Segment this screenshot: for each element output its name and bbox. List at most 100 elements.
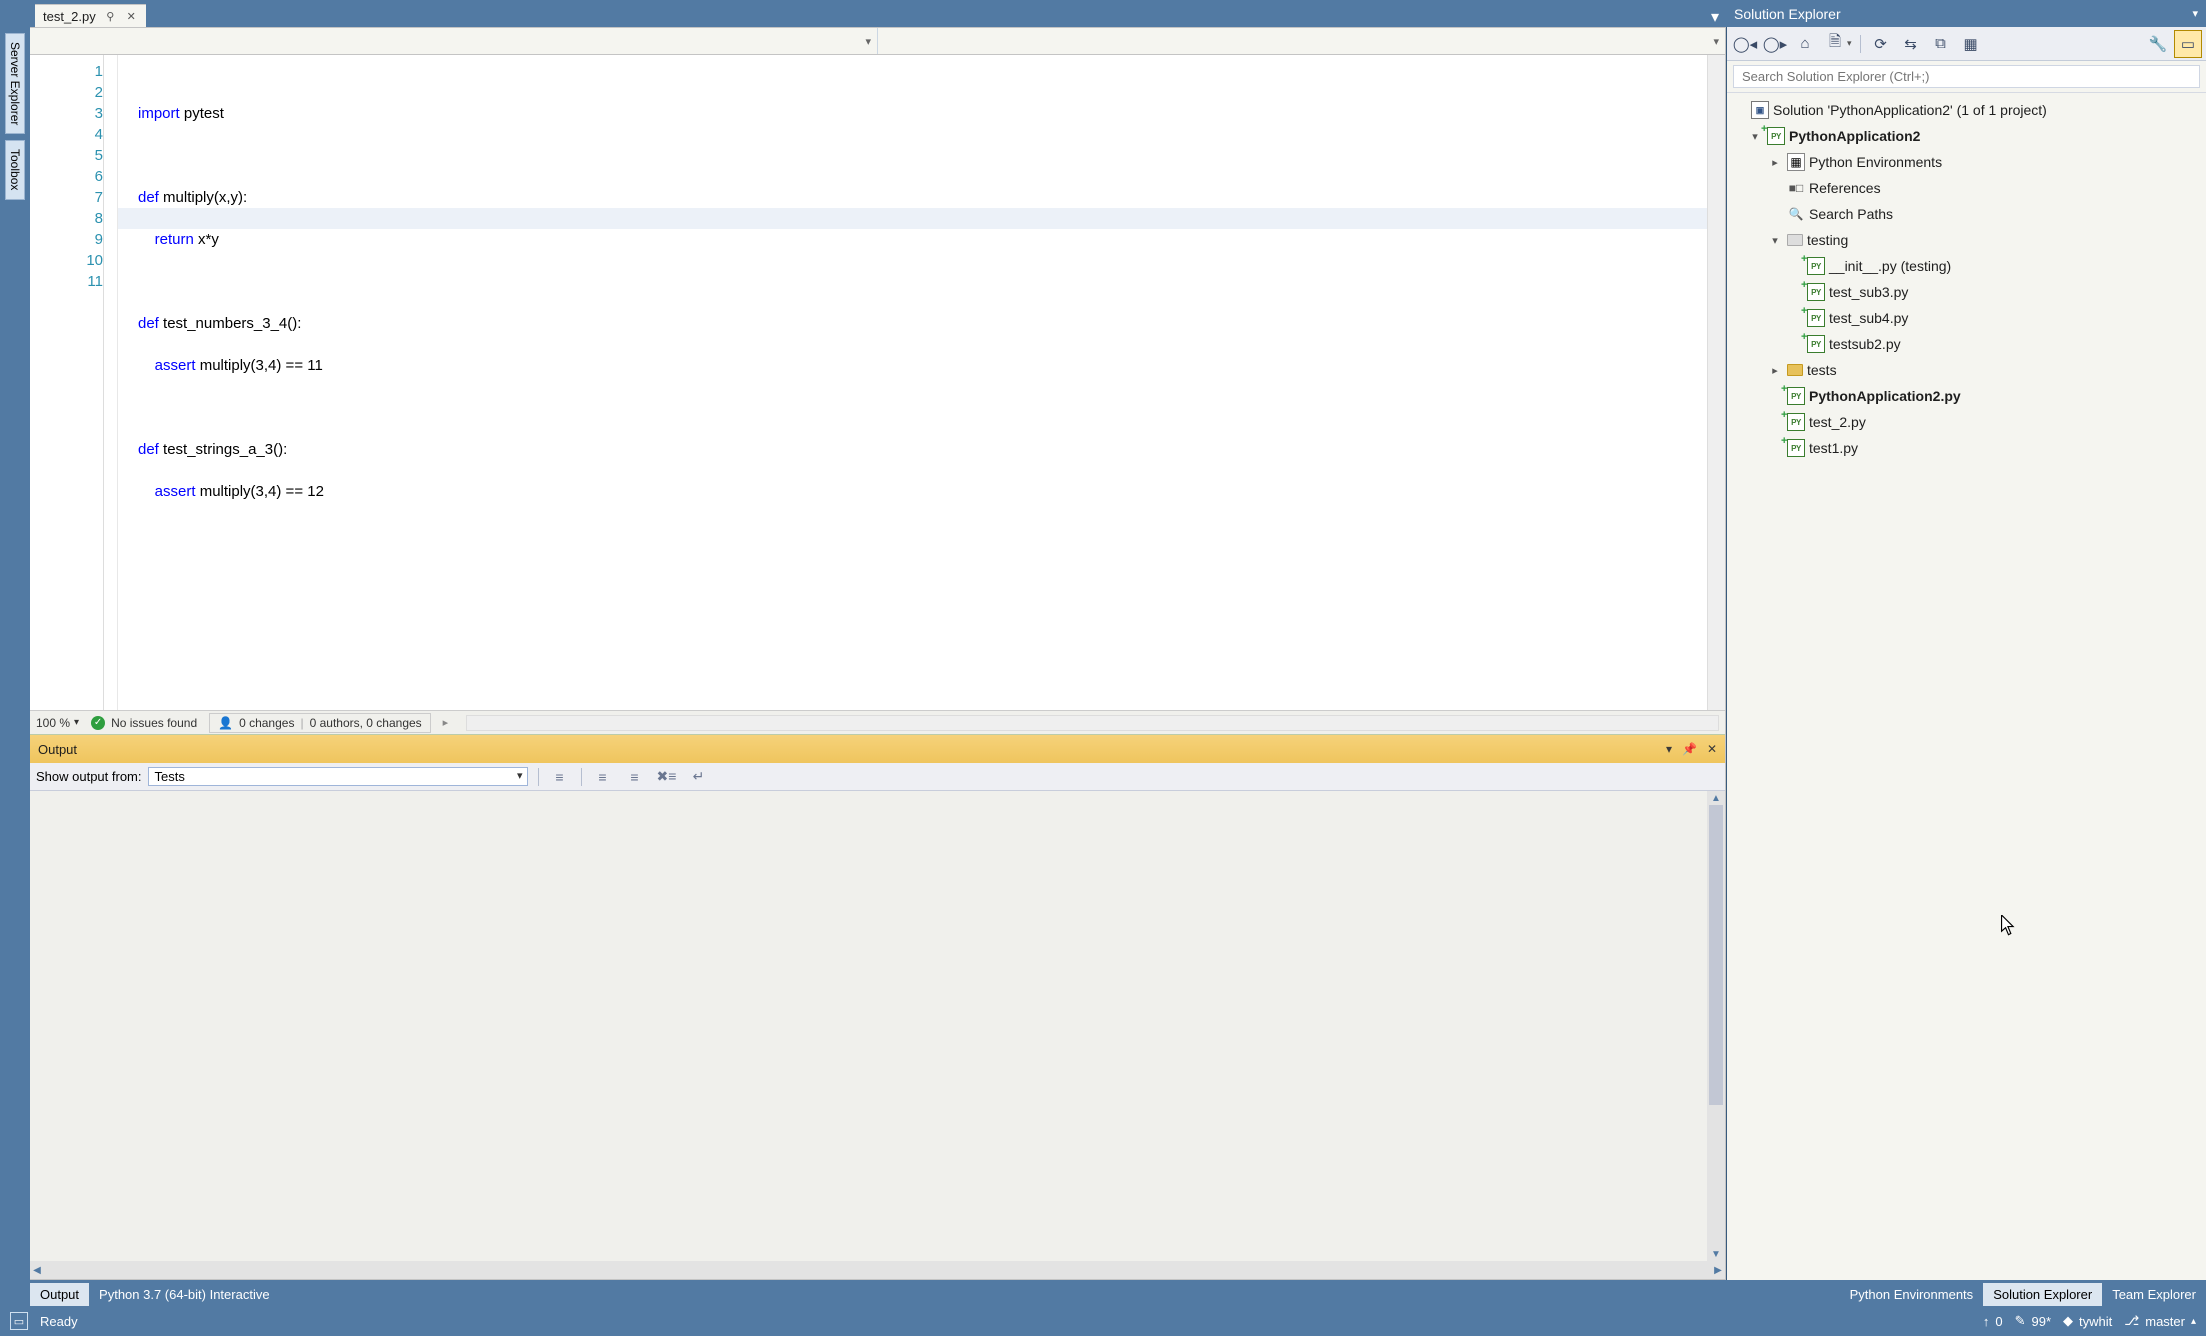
server-explorer-tab[interactable]: Server Explorer [5,33,25,134]
output-from-label: Show output from: [36,769,142,784]
output-tab[interactable]: Output [30,1283,89,1306]
python-file-icon: PY [1807,309,1825,327]
close-tab-icon[interactable]: ✕ [125,10,138,23]
output-title: Output [38,742,77,757]
branch-icon: ⎇ [2124,1313,2139,1329]
next-icon[interactable]: ≡ [624,766,646,788]
file-testsub2[interactable]: ▸PY testsub2.py [1727,331,2206,357]
solution-explorer-search-input[interactable] [1733,65,2200,88]
solution-explorer-tree[interactable]: ▸▣ Solution 'PythonApplication2' (1 of 1… [1727,93,2206,1280]
file-init[interactable]: ▸PY __init__.py (testing) [1727,253,2206,279]
forward-icon[interactable]: ◯▸ [1761,30,1789,58]
output-title-bar[interactable]: Output ▾ 📌 ✕ [30,735,1725,763]
codelens-changes[interactable]: 👤 0 changes | 0 authors, 0 changes [209,713,431,733]
python-file-icon: PY [1807,257,1825,275]
tab-overflow-icon[interactable]: ▾ [1704,7,1726,27]
scroll-down-icon[interactable]: ▼ [1707,1247,1725,1261]
document-tab[interactable]: test_2.py ⚲ ✕ [35,4,146,27]
output-panel: Output ▾ 📌 ✕ Show output from: Tests [30,734,1725,1279]
editor-nav-bar: ▾ ▾ [30,28,1725,55]
editor-status-bar: 100 %▾ ✓ No issues found 👤 0 changes | 0… [30,710,1725,734]
references-icon: ■□ [1787,179,1805,197]
file-test2[interactable]: ▸PY test_2.py [1727,409,2206,435]
search-paths-icon: 🔍 [1787,205,1805,223]
upload-icon: ↑ [1983,1314,1990,1329]
chevron-right-icon[interactable]: ▸ [443,716,449,729]
python-interactive-tab[interactable]: Python 3.7 (64-bit) Interactive [89,1283,280,1306]
solution-node[interactable]: ▸▣ Solution 'PythonApplication2' (1 of 1… [1727,97,2206,123]
solution-explorer-header: Solution Explorer ▾ [1726,0,2206,27]
search-paths-node[interactable]: ▸🔍 Search Paths [1727,201,2206,227]
code-text[interactable]: import pytest def multiply(x,y): return … [118,55,1707,710]
pin-icon[interactable]: 📌 [1682,742,1697,756]
solution-explorer-toolbar: ◯◂ ◯▸ ⌂ 🗎▾ ⟳ ⇆ ⧉ ▦ 🔧 ▭ [1727,27,2206,61]
editor-scope-dropdown[interactable]: ▾ [30,28,878,54]
team-explorer-tab[interactable]: Team Explorer [2102,1283,2206,1306]
editor-horizontal-scrollbar[interactable] [466,715,1719,731]
output-vertical-scrollbar[interactable]: ▲ ▼ [1707,791,1725,1261]
repo-icon: ◆ [2063,1313,2073,1329]
editor-vertical-scrollbar[interactable] [1707,55,1725,710]
current-line-highlight [118,208,1707,229]
file-app[interactable]: ▸PY PythonApplication2.py [1727,383,2206,409]
scroll-up-icon[interactable]: ▲ [1707,791,1725,805]
status-bar: ▭ Ready ↑ 0 ✎ 99* ◆ tywhit ⎇ master ▴ [0,1306,2206,1336]
branch-button[interactable]: ⎇ master ▴ [2124,1313,2196,1329]
scroll-right-icon[interactable]: ▶ [1711,1261,1725,1279]
python-project-icon: PY [1767,127,1785,145]
folder-icon [1787,364,1803,376]
status-ready: Ready [40,1314,78,1329]
file-sub4[interactable]: ▸PY test_sub4.py [1727,305,2206,331]
pin-tab-icon[interactable]: ⚲ [104,10,117,23]
copy-icon[interactable]: ⧉ [1927,30,1955,58]
refresh-icon[interactable]: ⟳ [1867,30,1895,58]
folder-testing-node[interactable]: ▾ testing [1727,227,2206,253]
python-file-icon: PY [1787,387,1805,405]
solution-explorer-window-menu-icon[interactable]: ▾ [2192,7,2198,20]
solution-explorer-panel: ◯◂ ◯▸ ⌂ 🗎▾ ⟳ ⇆ ⧉ ▦ 🔧 ▭ ▸▣ Solution 'Pyth… [1726,27,2206,1280]
python-file-icon: PY [1807,283,1825,301]
output-horizontal-scrollbar[interactable]: ◀ ▶ [30,1261,1725,1279]
show-all-icon[interactable]: ▦ [1957,30,1985,58]
scroll-left-icon[interactable]: ◀ [30,1261,44,1279]
status-box-icon[interactable]: ▭ [10,1312,28,1330]
folder-tests-node[interactable]: ▸ tests [1727,357,2206,383]
sync-view-icon[interactable]: 🗎 [1821,30,1849,58]
python-environments-node[interactable]: ▸▦ Python Environments [1727,149,2206,175]
output-toolbar: Show output from: Tests ≡ ≡ ≡ ✖≡ ↵ [30,763,1725,791]
properties-icon[interactable]: 🔧 [2144,30,2172,58]
home-icon[interactable]: ⌂ [1791,30,1819,58]
zoom-dropdown[interactable]: 100 %▾ [36,716,79,730]
solution-explorer-tab[interactable]: Solution Explorer [1983,1283,2102,1306]
publish-button[interactable]: ↑ 0 [1983,1314,2003,1329]
back-icon[interactable]: ◯◂ [1731,30,1759,58]
pending-changes-button[interactable]: ✎ 99* [2015,1313,2051,1329]
python-file-icon: PY [1787,439,1805,457]
collapse-icon[interactable]: ⇆ [1897,30,1925,58]
file-test1[interactable]: ▸PY test1.py [1727,435,2206,461]
caret-up-icon: ▴ [2191,1316,2196,1327]
editor-member-dropdown[interactable]: ▾ [878,28,1725,54]
document-tab-title: test_2.py [43,9,96,24]
window-options-icon[interactable]: ▾ [1666,742,1672,756]
code-editor[interactable]: 1 2 3 4 5 6 7 8 9 10 11 import pytest de… [30,55,1725,710]
output-text-area[interactable]: ▲ ▼ ◀ ▶ [30,791,1725,1279]
repo-button[interactable]: ◆ tywhit [2063,1313,2112,1329]
toolbox-tab[interactable]: Toolbox [5,140,25,199]
references-node[interactable]: ▸■□ References [1727,175,2206,201]
issues-indicator[interactable]: ✓ No issues found [91,716,197,730]
indent-left-icon[interactable]: ≡ [549,766,571,788]
toggle-wrap-icon[interactable]: ↵ [688,766,710,788]
preview-selected-icon[interactable]: ▭ [2174,30,2202,58]
project-node[interactable]: ▾PY PythonApplication2 [1727,123,2206,149]
pencil-icon: ✎ [2015,1313,2026,1329]
clear-all-icon[interactable]: ✖≡ [656,766,678,788]
python-environments-tab[interactable]: Python Environments [1840,1283,1984,1306]
prev-icon[interactable]: ≡ [592,766,614,788]
close-icon[interactable]: ✕ [1707,742,1717,756]
side-tab-well: Server Explorer Toolbox [0,27,30,1280]
check-icon: ✓ [91,716,105,730]
output-source-dropdown[interactable]: Tests [148,767,528,786]
file-sub3[interactable]: ▸PY test_sub3.py [1727,279,2206,305]
python-file-icon: PY [1787,413,1805,431]
